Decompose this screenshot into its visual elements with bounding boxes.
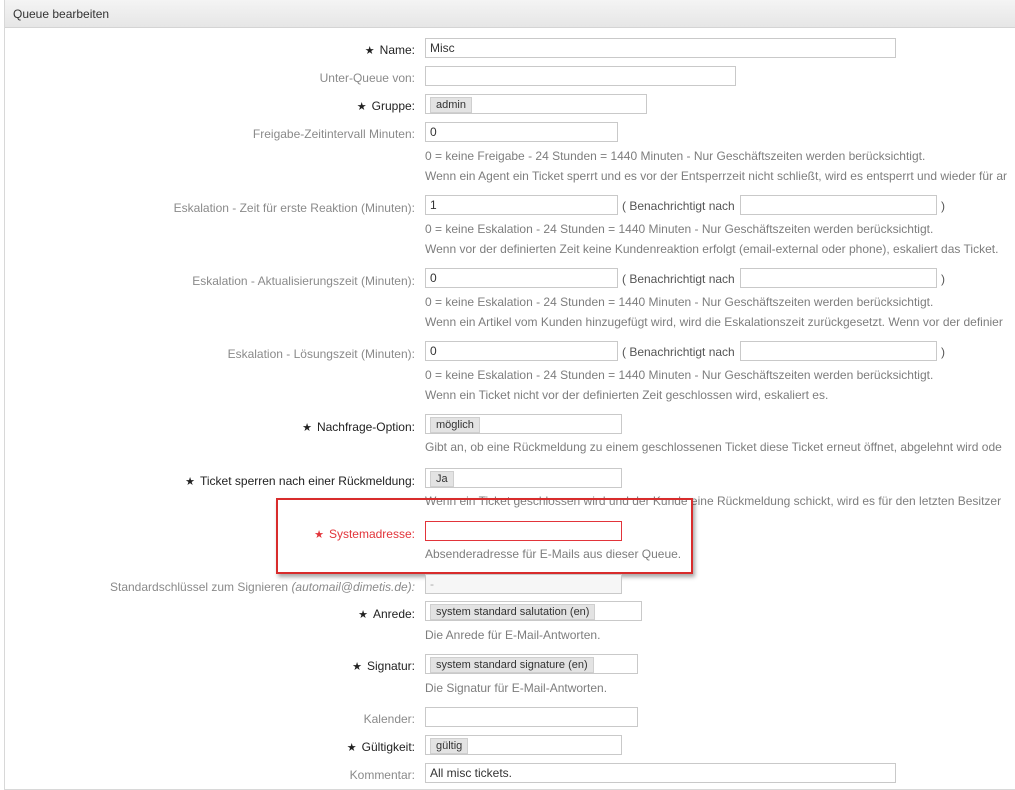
required-star-icon: ★ [352,661,362,673]
solution-time-input[interactable]: 0 [425,341,618,361]
calendar-label: Kalender: [363,712,415,726]
first-response-notify-label: ( Benachrichtigt nach [622,199,735,213]
page-title: Queue bearbeiten [13,7,110,21]
update-time-notify-label: ( Benachrichtigt nach [622,272,735,286]
required-star-icon: ★ [185,476,195,488]
salutation-hint: Die Anrede für E-Mail-Antworten. [425,628,601,642]
solution-time-hint: 0 = keine Eskalation - 24 Stunden = 1440… [425,368,934,382]
error-highlight-box [276,498,693,574]
signature-label: ★ Signatur: [352,659,415,673]
unlock-timeout-hint: 0 = keine Freigabe - 24 Stunden = 1440 M… [425,149,926,163]
unlock-timeout-label: Freigabe-Zeitintervall Minuten: [252,127,415,141]
validity-label: ★ Gültigkeit: [346,740,415,754]
first-response-hint: 0 = keine Eskalation - 24 Stunden = 1440… [425,222,934,236]
calendar-select[interactable] [425,707,638,727]
first-response-label: Eskalation - Zeit für erste Reaktion (Mi… [173,201,415,215]
solution-time-notify-select[interactable] [740,341,937,361]
solution-time-notify-label: ( Benachrichtigt nach [622,345,735,359]
name-label: ★ Name: [364,43,415,57]
first-response-description: Wenn vor der definierten Zeit keine Kund… [425,242,999,256]
comment-label: Kommentar: [349,768,415,782]
first-response-input[interactable]: 1 [425,195,618,215]
salutation-selected-tag: system standard salutation (en) [430,604,596,620]
signing-key-select[interactable]: - [425,574,622,594]
widget-header: Queue bearbeiten [5,0,1015,28]
unlock-timeout-description: Wenn ein Agent ein Ticket sperrt und es … [425,169,1008,183]
signature-select[interactable]: system standard signature (en) [425,654,638,674]
update-time-notify-select[interactable] [740,268,937,288]
signature-selected-tag: system standard signature (en) [430,657,594,673]
follow-up-select[interactable]: möglich [425,414,622,434]
update-time-hint: 0 = keine Eskalation - 24 Stunden = 1440… [425,295,934,309]
update-time-input[interactable]: 0 [425,268,618,288]
update-time-label: Eskalation - Aktualisierungszeit (Minute… [192,274,415,288]
follow-up-hint: Gibt an, ob eine Rückmeldung zu einem ge… [425,440,1002,454]
required-star-icon: ★ [356,101,367,113]
signature-hint: Die Signatur für E-Mail-Antworten. [425,681,608,695]
subqueue-label: Unter-Queue von: [319,71,415,85]
follow-up-label: ★ Nachfrage-Option: [302,420,415,434]
solution-time-label: Eskalation - Lösungszeit (Minuten): [227,347,415,361]
validity-select[interactable]: gültig [425,735,622,755]
first-response-notify-select[interactable] [740,195,937,215]
required-star-icon: ★ [364,45,375,57]
solution-time-notify-close: ) [941,345,945,359]
validity-selected-tag: gültig [430,738,469,754]
name-input[interactable]: Misc [425,38,896,58]
update-time-notify-close: ) [941,272,945,286]
signing-key-label: Standardschlüssel zum Signieren (automai… [109,580,415,594]
salutation-label: ★ Anrede: [358,607,415,621]
subqueue-select[interactable] [425,66,736,86]
salutation-select[interactable]: system standard salutation (en) [425,601,642,621]
comment-input[interactable]: All misc tickets. [425,763,896,783]
group-selected-tag: admin [430,97,472,113]
group-label: ★ Gruppe: [356,99,415,113]
required-star-icon: ★ [358,609,368,621]
follow-up-lock-label: ★ Ticket sperren nach einer Rückmeldung: [185,474,415,488]
first-response-notify-close: ) [941,199,945,213]
solution-time-description: Wenn ein Ticket nicht vor der definierte… [425,388,829,402]
follow-up-lock-select[interactable]: Ja [425,468,622,488]
follow-up-selected-tag: möglich [430,417,480,433]
unlock-timeout-input[interactable]: 0 [425,122,618,142]
group-select[interactable]: admin [425,94,647,114]
required-star-icon: ★ [346,742,357,754]
follow-up-lock-selected-tag: Ja [430,471,454,487]
required-star-icon: ★ [302,422,312,434]
update-time-description: Wenn ein Artikel vom Kunden hinzugefügt … [425,315,1003,329]
